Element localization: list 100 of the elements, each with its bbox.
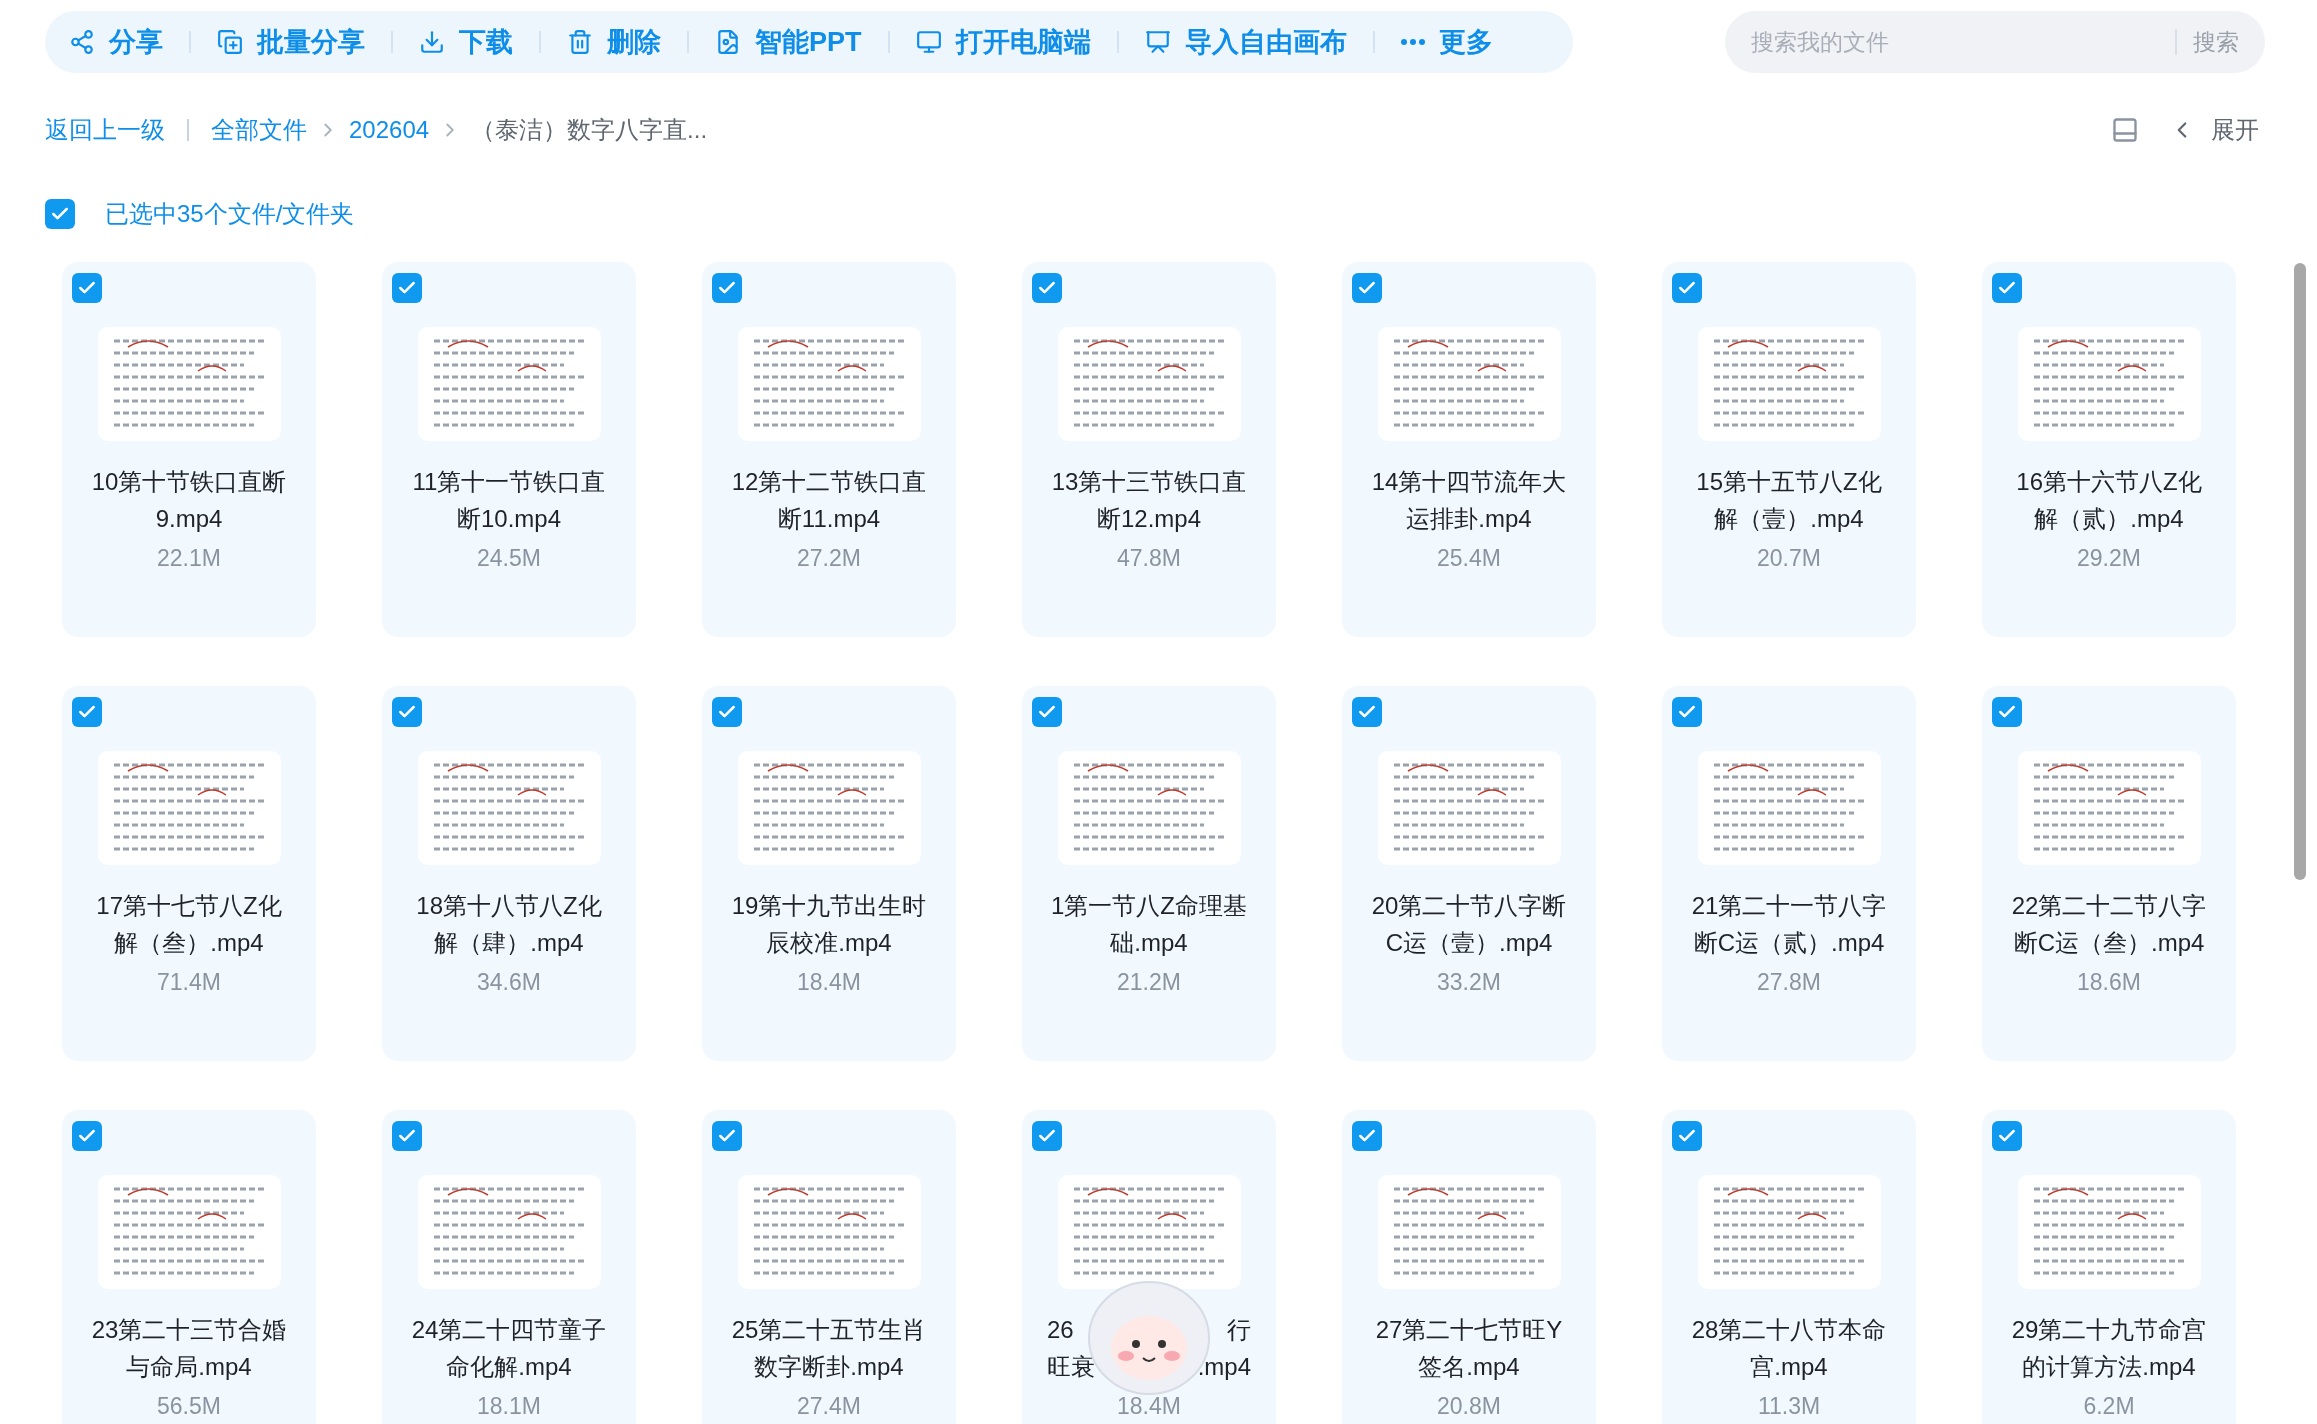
file-size: 71.4M — [157, 968, 221, 997]
file-size: 27.8M — [1757, 968, 1821, 997]
checkbox[interactable] — [392, 697, 422, 727]
monitor-icon — [915, 29, 942, 55]
file-size: 34.6M — [477, 968, 541, 997]
file-size: 25.4M — [1437, 544, 1501, 573]
file-name: 旺衰 — [1047, 1351, 1095, 1382]
file-name: 10第十节铁口直断9.mp4 — [90, 467, 288, 534]
checkbox[interactable] — [1672, 273, 1702, 303]
file-card[interactable]: 12第十二节铁口直断11.mp4 27.2M — [702, 262, 956, 637]
file-size: 6.2M — [2083, 1392, 2135, 1421]
checkbox[interactable] — [1352, 1121, 1382, 1151]
file-card[interactable]: 19第十九节出生时辰校准.mp4 18.4M — [702, 686, 956, 1061]
file-card[interactable]: 16第十六节八Z化解（贰）.mp4 29.2M — [1982, 262, 2236, 637]
file-card[interactable]: 27第二十七节旺Y签名.mp4 20.8M — [1342, 1110, 1596, 1424]
file-size: 20.8M — [1437, 1392, 1501, 1421]
checkbox[interactable] — [392, 1121, 422, 1151]
file-name: 21第二十一节八字断C运（贰）.mp4 — [1690, 891, 1888, 958]
checkbox[interactable] — [1032, 1121, 1062, 1151]
file-name: 12第十二节铁口直断11.mp4 — [730, 467, 928, 534]
file-name: 24第二十四节童子命化解.mp4 — [410, 1315, 608, 1382]
checkbox[interactable] — [1032, 697, 1062, 727]
checkbox[interactable] — [712, 697, 742, 727]
file-name: 27第二十七节旺Y签名.mp4 — [1374, 1315, 1564, 1382]
file-name: 28第二十八节本命宫.mp4 — [1690, 1315, 1888, 1382]
file-name: 22第二十二节八字断C运（叁）.mp4 — [2010, 891, 2208, 958]
file-card[interactable]: 20第二十节八字断C运（壹）.mp4 33.2M — [1342, 686, 1596, 1061]
checkbox[interactable] — [1352, 697, 1382, 727]
scrollbar-thumb[interactable] — [2294, 263, 2306, 880]
file-size: 33.2M — [1437, 968, 1501, 997]
file-name: 23第二十三节合婚与命局.mp4 — [90, 1315, 288, 1382]
checkbox[interactable] — [45, 199, 75, 229]
file-name: 1第一节八Z命理基础.mp4 — [1050, 891, 1248, 958]
file-name: 13第十三节铁口直断12.mp4 — [1050, 467, 1248, 534]
file-name: 17第十七节八Z化解（叁）.mp4 — [95, 891, 283, 958]
list-view-icon[interactable] — [2111, 116, 2139, 144]
more-icon — [1400, 39, 1425, 45]
file-size: 27.2M — [797, 544, 861, 573]
file-card[interactable]: 13第十三节铁口直断12.mp4 47.8M — [1022, 262, 1276, 637]
checkbox[interactable] — [1992, 273, 2022, 303]
file-name: .mp4 — [1197, 1351, 1251, 1382]
file-card[interactable]: 25第二十五节生肖数字断卦.mp4 27.4M — [702, 1110, 956, 1424]
file-name: 18第十八节八Z化解（肆）.mp4 — [415, 891, 603, 958]
file-size: 22.1M — [157, 544, 221, 573]
breadcrumb-current[interactable]: （泰洁）数字八字直... — [471, 112, 708, 148]
file-name: 14第十四节流年大运排卦.mp4 — [1370, 467, 1568, 534]
checkbox[interactable] — [712, 273, 742, 303]
file-name: 行 — [1227, 1314, 1251, 1345]
file-card[interactable]: 15第十五节八Z化解（壹）.mp4 20.7M — [1662, 262, 1916, 637]
file-card[interactable]: 21第二十一节八字断C运（贰）.mp4 27.8M — [1662, 686, 1916, 1061]
file-card[interactable]: 23第二十三节合婚与命局.mp4 56.5M — [62, 1110, 316, 1424]
download-icon — [419, 29, 445, 55]
checkbox[interactable] — [1672, 1121, 1702, 1151]
checkbox[interactable] — [1032, 273, 1062, 303]
checkbox[interactable] — [72, 273, 102, 303]
file-size: 20.7M — [1757, 544, 1821, 573]
file-size: 21.2M — [1117, 968, 1181, 997]
file-name: 25第二十五节生肖数字断卦.mp4 — [730, 1315, 928, 1382]
file-name: 29第二十九节命宫的计算方法.mp4 — [2010, 1315, 2208, 1382]
checkbox[interactable] — [72, 697, 102, 727]
file-card[interactable]: 17第十七节八Z化解（叁）.mp4 71.4M — [62, 686, 316, 1061]
file-card[interactable]: 14第十四节流年大运排卦.mp4 25.4M — [1342, 262, 1596, 637]
file-card[interactable]: 28第二十八节本命宫.mp4 11.3M — [1662, 1110, 1916, 1424]
file-size: 56.5M — [157, 1392, 221, 1421]
file-card[interactable]: 26 行 旺衰 .mp4 18.4M — [1022, 1110, 1276, 1424]
share-icon — [69, 29, 95, 55]
file-card[interactable]: 29第二十九节命宫的计算方法.mp4 6.2M — [1982, 1110, 2236, 1424]
file-name: 19第十九节出生时辰校准.mp4 — [730, 891, 928, 958]
checkbox[interactable] — [712, 1121, 742, 1151]
checkbox[interactable] — [1992, 697, 2022, 727]
file-size: 18.4M — [1117, 1392, 1181, 1421]
checkbox[interactable] — [392, 273, 422, 303]
presentation-icon — [1144, 29, 1171, 55]
file-card[interactable]: 10第十节铁口直断9.mp4 22.1M — [62, 262, 316, 637]
file-name: 20第二十节八字断C运（壹）.mp4 — [1370, 891, 1568, 958]
file-card[interactable]: 22第二十二节八字断C运（叁）.mp4 18.6M — [1982, 686, 2236, 1061]
file-card[interactable]: 24第二十四节童子命化解.mp4 18.1M — [382, 1110, 636, 1424]
file-size: 11.3M — [1757, 1392, 1821, 1421]
copy-icon — [217, 29, 243, 55]
file-size: 18.1M — [477, 1392, 541, 1421]
checkbox[interactable] — [1672, 697, 1702, 727]
image-file-icon — [715, 29, 741, 55]
file-card[interactable]: 11第十一节铁口直断10.mp4 24.5M — [382, 262, 636, 637]
file-size: 29.2M — [2077, 544, 2141, 573]
expand-button[interactable]: 展开 — [2211, 112, 2259, 148]
file-card[interactable]: 18第十八节八Z化解（肆）.mp4 34.6M — [382, 686, 636, 1061]
checkbox[interactable] — [1992, 1121, 2022, 1151]
file-size: 47.8M — [1117, 544, 1181, 573]
file-name: 26 — [1047, 1314, 1074, 1345]
checkbox[interactable] — [1352, 273, 1382, 303]
file-name: 11第十一节铁口直断10.mp4 — [411, 467, 607, 534]
file-card[interactable]: 1第一节八Z命理基础.mp4 21.2M — [1022, 686, 1276, 1061]
file-size: 18.4M — [797, 968, 861, 997]
file-name: 15第十五节八Z化解（壹）.mp4 — [1695, 467, 1883, 534]
checkbox[interactable] — [72, 1121, 102, 1151]
file-size: 18.6M — [2077, 968, 2141, 997]
trash-icon — [567, 29, 593, 55]
file-size: 24.5M — [477, 544, 541, 573]
selection-count: 已选中35个文件/文件夹 — [105, 199, 355, 229]
file-size: 27.4M — [797, 1392, 861, 1421]
